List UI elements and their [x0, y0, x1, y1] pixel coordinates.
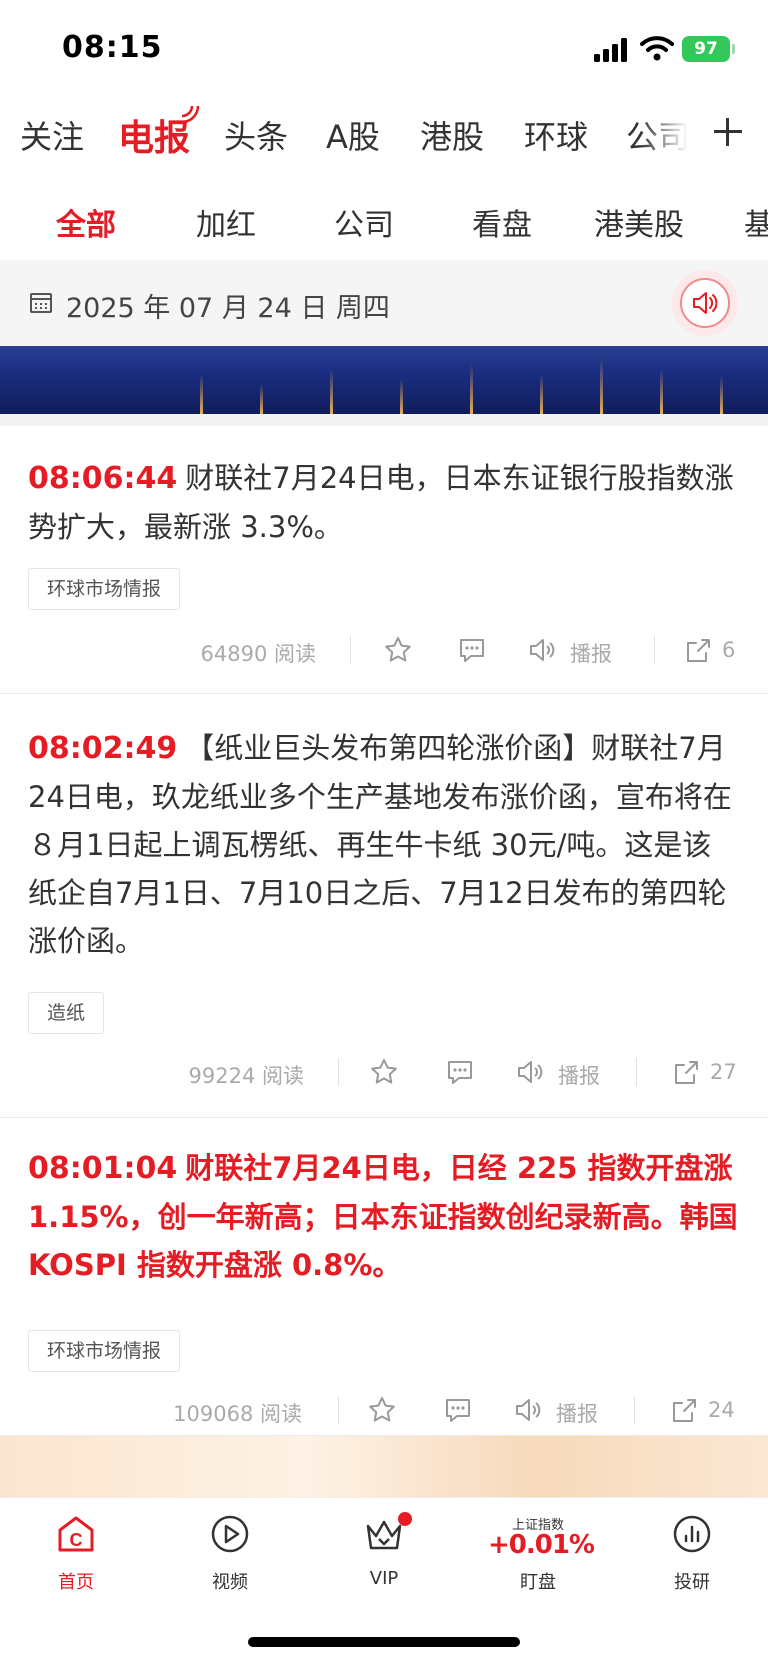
channel-nav: 关注 电报 头条 A股 港股 环球 公司 [0, 96, 768, 174]
tab-market[interactable]: 上证指数 +0.01% 盯盘 [488, 1514, 595, 1604]
broadcast-label[interactable]: 播报 [558, 1060, 600, 1090]
home-indicator[interactable] [248, 1637, 520, 1647]
chart-icon [673, 1515, 711, 1553]
subtab-hk-us[interactable]: 港美股 [594, 200, 684, 244]
news-item[interactable]: 08:01:04 财联社7月24日电，日经 225 指数开盘涨1.15%，创一年新… [0, 1118, 768, 1436]
news-meta: 109068 阅读 播报 24 [0, 1390, 768, 1430]
tab-headlines[interactable]: 头条 [224, 112, 288, 158]
share-icon[interactable] [668, 1394, 700, 1426]
calendar-icon[interactable] [30, 293, 52, 313]
comment-icon[interactable] [444, 1056, 476, 1088]
play-icon [211, 1515, 249, 1553]
subtab-fund[interactable]: 基 [744, 200, 768, 244]
status-bar: 08:15 97 [0, 0, 768, 100]
news-meta: 99224 阅读 播报 27 [0, 1052, 768, 1092]
promo-banner[interactable] [0, 346, 768, 414]
tab-global[interactable]: 环球 [524, 112, 588, 158]
tab-vip[interactable]: VIP [334, 1512, 434, 1604]
share-icon[interactable] [670, 1056, 702, 1088]
notification-dot [398, 1512, 412, 1526]
date-label[interactable]: 2025 年 07 月 24 日 周四 [66, 286, 390, 325]
cellular-signal-icon [594, 38, 630, 62]
star-icon[interactable] [382, 634, 414, 666]
broadcast-all-button[interactable] [672, 270, 738, 336]
share-count: 24 [708, 1398, 735, 1422]
comment-icon[interactable] [456, 634, 488, 666]
subtab-all[interactable]: 全部 [56, 200, 116, 244]
broadcast-label[interactable]: 播报 [556, 1398, 598, 1428]
share-icon[interactable] [682, 634, 714, 666]
read-count: 99224 阅读 [188, 1064, 305, 1088]
news-tag[interactable]: 造纸 [28, 992, 105, 1034]
news-time: 08:02:49 [28, 731, 178, 766]
tab-home[interactable]: C 首页 [26, 1514, 126, 1604]
date-bar: 2025 年 07 月 24 日 周四 [0, 260, 768, 346]
speaker-icon[interactable] [512, 1394, 544, 1426]
svg-text:C: C [70, 1530, 83, 1550]
read-count: 109068 阅读 [173, 1402, 302, 1426]
tab-video[interactable]: 视频 [180, 1514, 280, 1604]
news-item[interactable]: 08:02:49 【纸业巨头发布第四轮涨价函】财联社7月24日电，玖龙纸业多个生产… [0, 694, 768, 1118]
add-channel-button[interactable] [706, 110, 750, 154]
subtab-company[interactable]: 公司 [334, 200, 394, 244]
star-icon[interactable] [366, 1394, 398, 1426]
speaker-icon[interactable] [526, 634, 558, 666]
read-count: 64890 阅读 [200, 642, 317, 666]
news-time: 08:06:44 [28, 461, 178, 496]
tab-follow[interactable]: 关注 [20, 112, 84, 158]
news-meta: 64890 阅读 播报 6 [0, 630, 768, 670]
share-count: 6 [722, 638, 736, 662]
sub-nav: 全部 加红 公司 看盘 港美股 基 [0, 180, 768, 260]
speaker-icon[interactable] [514, 1056, 546, 1088]
subtab-watch[interactable]: 看盘 [472, 200, 532, 244]
news-tag[interactable]: 环球市场情报 [28, 1330, 181, 1372]
status-time: 08:15 [62, 30, 163, 65]
speaker-icon [693, 292, 718, 314]
comment-icon[interactable] [442, 1394, 474, 1426]
news-time: 08:01:04 [28, 1151, 178, 1186]
home-icon: C [58, 1516, 94, 1552]
tab-hk-stocks[interactable]: 港股 [420, 112, 484, 158]
index-change: +0.01% [488, 1530, 595, 1560]
subtab-red[interactable]: 加红 [196, 200, 256, 244]
broadcast-label[interactable]: 播报 [570, 638, 612, 668]
wifi-icon [640, 36, 674, 61]
star-icon[interactable] [368, 1056, 400, 1088]
share-count: 27 [710, 1060, 737, 1084]
live-wave-icon [181, 105, 200, 124]
battery-icon: 97 [682, 36, 735, 62]
news-item[interactable]: 08:06:44 财联社7月24日电，日本东证银行股指数涨势扩大，最新涨 3.3%… [0, 426, 768, 694]
bottom-promo-banner[interactable] [0, 1436, 768, 1498]
tab-a-shares[interactable]: A股 [326, 112, 380, 158]
news-tag[interactable]: 环球市场情报 [28, 568, 181, 610]
tab-research[interactable]: 投研 [642, 1514, 742, 1604]
